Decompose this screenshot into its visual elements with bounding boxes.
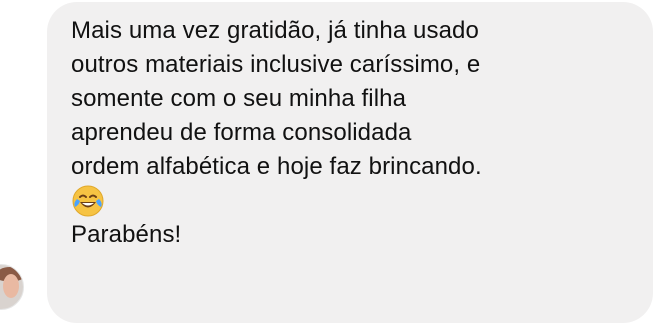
face-with-tears-of-joy-icon xyxy=(71,184,105,218)
message-bubble[interactable]: Mais uma vez gratidão, já tinha usado ou… xyxy=(47,2,653,323)
chat-view: Mais uma vez gratidão, já tinha usado ou… xyxy=(0,0,670,327)
message-text: Mais uma vez gratidão, já tinha usado ou… xyxy=(71,17,482,180)
message-closing-text: Parabéns! xyxy=(71,221,182,248)
avatar[interactable] xyxy=(0,264,24,310)
avatar-face xyxy=(3,274,19,298)
